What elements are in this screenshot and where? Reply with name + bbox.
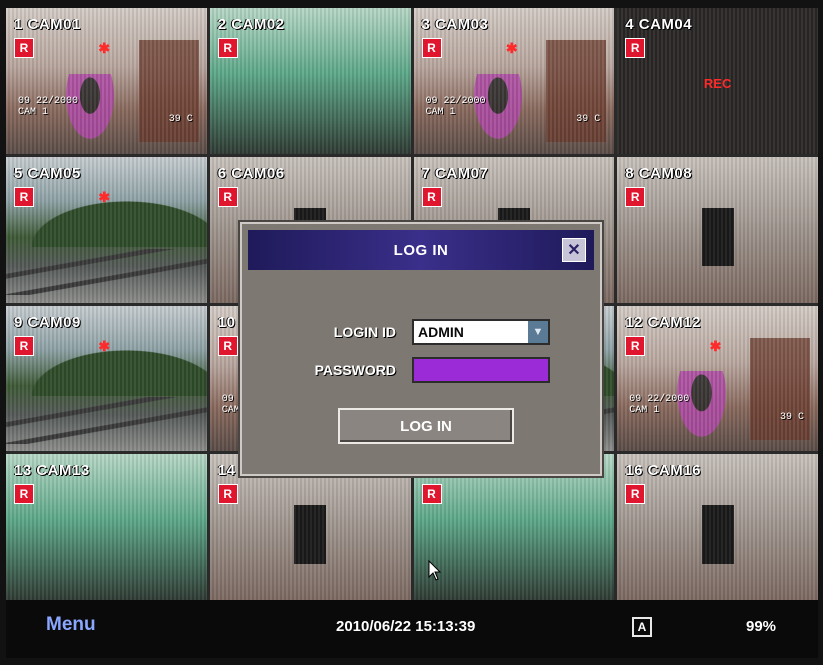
camera-label: 8 CAM08 [625, 164, 693, 182]
record-badge: R [625, 335, 646, 356]
camera-label: 1 CAM01 [14, 16, 81, 33]
camera-temperature: 39 C [168, 114, 193, 125]
scene-cabinet [749, 337, 810, 440]
dvr-screen: 1 CAM01 R ✱ 09 22/2000 CAM 1 39 C2 CAM02 R 3 C… [6, 8, 818, 658]
status-bar: Menu 2010/06/22 15:13:39 A 99% [6, 600, 818, 658]
record-badge: R [217, 484, 238, 505]
mouse-cursor-icon [428, 560, 442, 581]
motion-icon: ✱ [505, 40, 518, 56]
camera-label: 10 [217, 313, 236, 331]
camera-label: 16 CAM16 [625, 462, 701, 480]
record-badge: R [421, 38, 442, 58]
camera-label: 2 CAM02 [217, 16, 285, 33]
camera-tile[interactable]: 16 CAM16 R [617, 454, 818, 600]
password-field[interactable] [412, 357, 550, 383]
login-button[interactable]: LOG IN [338, 408, 514, 444]
camera-tile[interactable]: 1 CAM01 R ✱ 09 22/2000 CAM 1 39 C [6, 8, 207, 154]
motion-icon: ✱ [98, 337, 111, 354]
dialog-title: LOG IN [393, 241, 449, 259]
camera-tile[interactable]: 3 CAM03 R ✱ 09 22/2000 CAM 1 39 C [413, 8, 615, 154]
record-badge: R [217, 335, 238, 356]
login-id-label: LOGIN ID [333, 324, 396, 340]
password-label: PASSWORD [314, 362, 396, 378]
scene-rail [6, 397, 207, 444]
camera-tile[interactable]: 12 CAM12 R ✱ 09 22/2000 CAM 1 39 C [617, 305, 818, 452]
camera-tile[interactable]: 8 CAM08 R [617, 156, 818, 303]
camera-label: 7 CAM07 [421, 164, 489, 182]
camera-overlay-text: 09 22/2000 CAM 1 [425, 96, 486, 118]
record-badge: R [14, 186, 34, 207]
close-button[interactable]: ✕ [562, 238, 586, 262]
chevron-down-icon[interactable]: ▼ [528, 321, 548, 343]
menu-button[interactable]: Menu [46, 614, 96, 636]
camera-tile[interactable]: 5 CAM05 R ✱ [6, 156, 207, 303]
camera-temperature: 39 C [576, 114, 601, 125]
camera-label: 5 CAM05 [14, 164, 81, 182]
record-badge: R [14, 484, 34, 505]
camera-tile[interactable]: 13 CAM13 R [6, 454, 207, 600]
camera-label: 12 CAM12 [625, 313, 701, 331]
camera-temperature: 39 C [779, 411, 804, 423]
camera-tile[interactable]: 2 CAM02 R [209, 8, 411, 154]
dialog-titlebar: LOG IN ✕ [248, 230, 594, 270]
scene-doorway [701, 505, 734, 564]
record-badge: R [14, 38, 34, 58]
camera-tile[interactable]: 9 CAM09 R ✱ [6, 305, 207, 452]
camera-tile[interactable]: 14 CAM14R [209, 454, 411, 600]
record-badge: R [14, 335, 34, 356]
close-icon: ✕ [567, 242, 581, 259]
record-badge: R [625, 38, 646, 58]
camera-label: 6 CAM06 [217, 164, 285, 182]
camera-overlay-text: 09 22/2000 CAM 1 [629, 393, 690, 416]
scene-cabinet [546, 40, 607, 143]
camera-tile[interactable]: 15 CAM15R [413, 454, 615, 600]
password-row: PASSWORD [242, 356, 600, 384]
rec-status-text: REC [703, 76, 732, 91]
login-id-select[interactable]: ADMIN ▼ [412, 319, 550, 345]
record-badge: R [625, 186, 646, 207]
scene-rail [6, 248, 207, 296]
record-badge: R [421, 484, 442, 505]
record-badge: R [625, 484, 646, 505]
motion-icon: ✱ [709, 337, 722, 354]
camera-label: 3 CAM03 [421, 16, 489, 33]
scene-doorway [294, 505, 327, 564]
login-id-value: ADMIN [418, 324, 464, 340]
scene-doorway [701, 207, 734, 267]
login-dialog: LOG IN ✕ LOGIN ID ADMIN ▼ PASSWORD LOG I… [240, 222, 602, 476]
record-badge: R [217, 38, 238, 58]
login-id-row: LOGIN ID ADMIN ▼ [242, 318, 600, 346]
disk-usage: 99% [746, 618, 777, 635]
record-badge: R [217, 186, 238, 207]
record-badge: R [421, 186, 442, 207]
mode-badge: A [632, 617, 652, 637]
motion-icon: ✱ [98, 40, 111, 56]
camera-overlay-text: 09 22/2000 CAM 1 [18, 96, 79, 118]
camera-tile[interactable]: 4 CAM04 R REC [617, 8, 818, 154]
datetime-display: 2010/06/22 15:13:39 [336, 618, 476, 635]
motion-icon: ✱ [98, 188, 111, 205]
camera-label: 9 CAM09 [14, 313, 81, 331]
camera-label: 13 CAM13 [14, 462, 90, 480]
scene-cabinet [138, 40, 199, 143]
camera-label: 4 CAM04 [625, 16, 693, 33]
